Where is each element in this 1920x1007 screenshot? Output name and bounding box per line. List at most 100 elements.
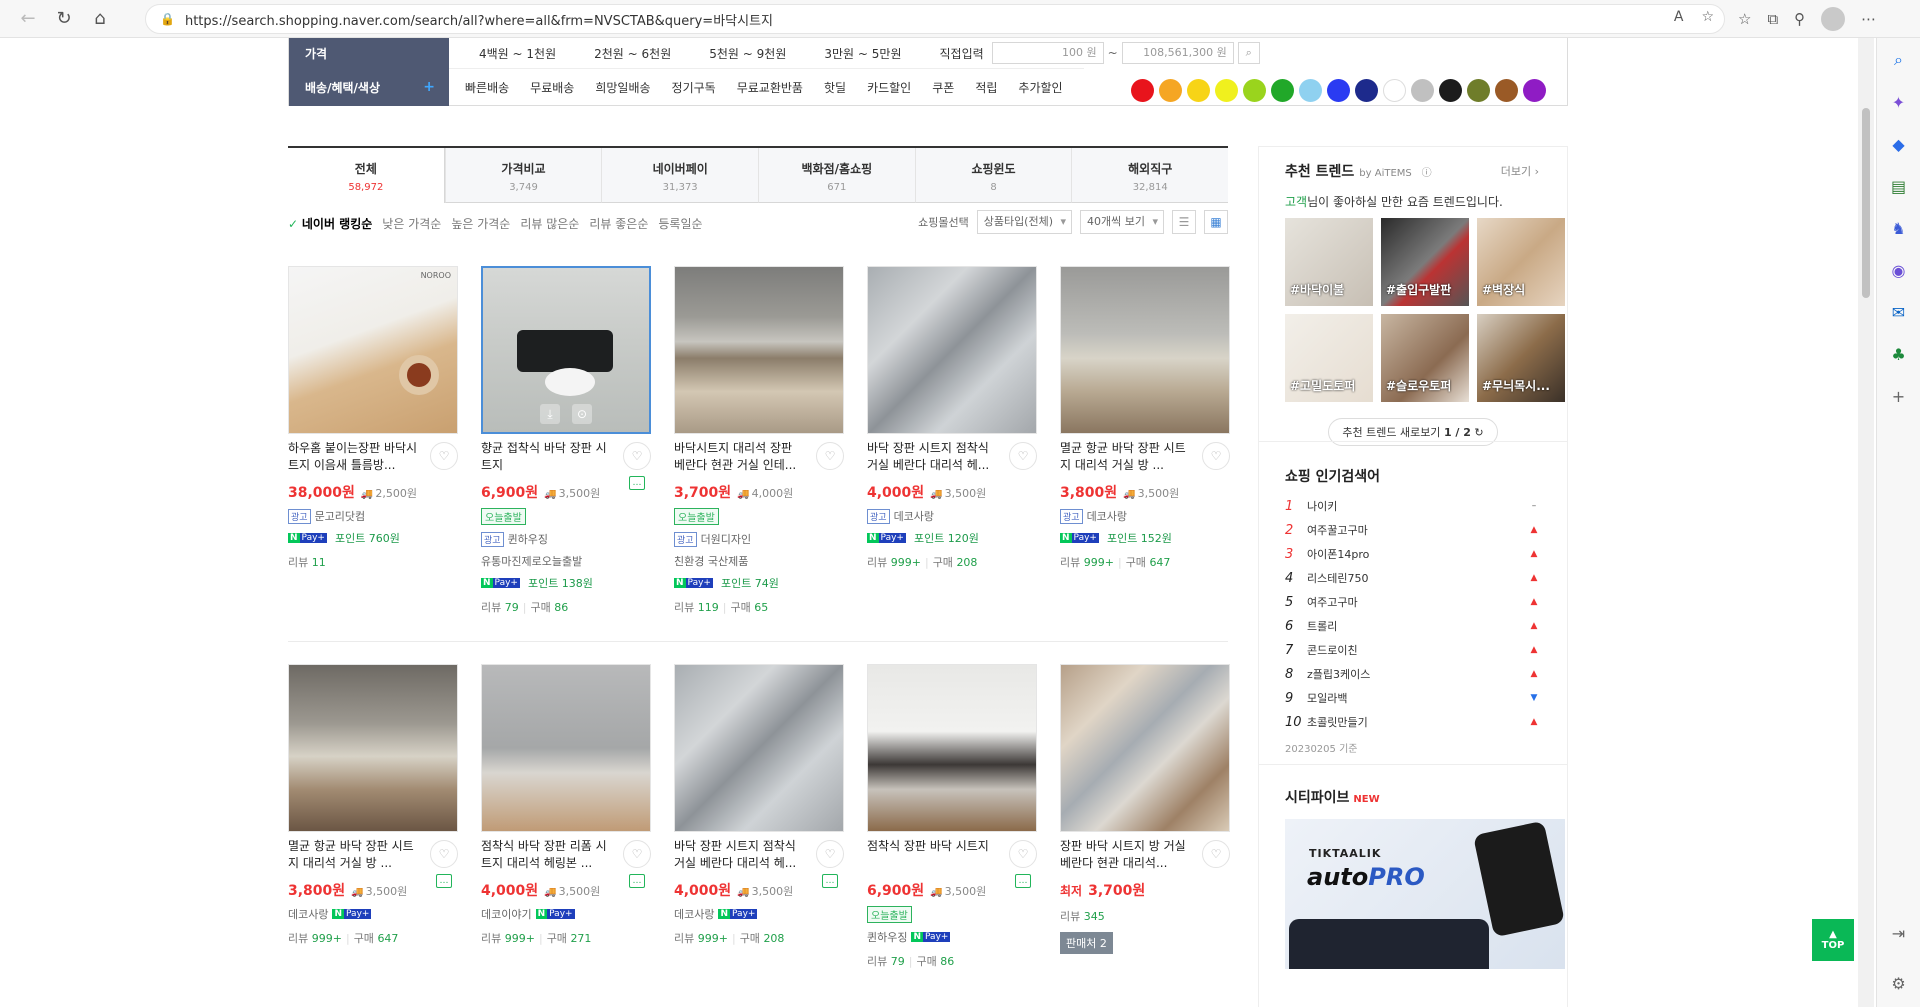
- product-title[interactable]: 하우홈 붙이는장판 바닥시트지 이음새 틀름방...: [288, 440, 420, 474]
- product-title[interactable]: 점착식 장판 바닥 시트지: [867, 838, 999, 872]
- popular-keyword-row[interactable]: 9 모일라백 ▼: [1285, 686, 1541, 710]
- heart-icon[interactable]: ♡: [1202, 442, 1230, 470]
- color-swatch[interactable]: [1243, 79, 1266, 102]
- popular-keyword-row[interactable]: 4 리스테린750 ▲: [1285, 566, 1541, 590]
- price-range-option[interactable]: 3만원 ~ 5만원: [824, 45, 901, 62]
- heart-icon[interactable]: ♡: [1009, 442, 1037, 470]
- tab-all[interactable]: 전체 58,972: [288, 148, 445, 203]
- product-card[interactable]: 바닥시트지 대리석 장판 베란다 현관 거실 인테... ♡ 3,700원 4,0…: [674, 266, 844, 615]
- color-swatch[interactable]: [1159, 79, 1182, 102]
- rank-keyword[interactable]: 초콜릿만들기: [1307, 714, 1527, 730]
- product-image[interactable]: [674, 664, 844, 832]
- product-image[interactable]: [1060, 664, 1230, 832]
- product-card[interactable]: 바닥 장판 시트지 점착식 거실 베란다 대리석 헤... ♡ 4,000원 3,…: [867, 266, 1037, 570]
- copilot-icon[interactable]: ✦: [1885, 88, 1913, 116]
- product-image[interactable]: [481, 664, 651, 832]
- seller-name[interactable]: 데코사랑: [894, 508, 934, 524]
- trend-item[interactable]: #고밀도토퍼: [1285, 314, 1373, 402]
- tab-shopping-window[interactable]: 쇼핑윈도 8: [914, 148, 1072, 203]
- sort-review-count[interactable]: 리뷰 많은순: [520, 215, 579, 232]
- color-swatch[interactable]: [1467, 79, 1490, 102]
- tab-department[interactable]: 백화점/홈쇼핑 671: [758, 148, 915, 203]
- tab-overseas[interactable]: 해외직구 32,814: [1071, 148, 1229, 203]
- collections-icon[interactable]: ⧉: [1767, 10, 1778, 28]
- popular-keyword-row[interactable]: 8 z플립3케이스 ▲: [1285, 662, 1541, 686]
- product-card[interactable]: 장판 바닥 시트지 방 거실 베란다 현관 대리석... ♡ 최저 3,700원 …: [1060, 664, 1230, 954]
- seller-name[interactable]: 데코사랑: [288, 906, 328, 922]
- add-icon[interactable]: +: [1885, 382, 1913, 410]
- heart-icon[interactable]: ♡: [1009, 840, 1037, 868]
- sort-low-price[interactable]: 낮은 가격순: [382, 215, 441, 232]
- favorites-icon[interactable]: ☆: [1738, 10, 1751, 28]
- price-min-input[interactable]: 100 원: [991, 42, 1104, 64]
- benefit-filter-label[interactable]: 배송/혜택/색상 +: [289, 68, 449, 106]
- shopping-tag-icon[interactable]: ◆: [1885, 130, 1913, 158]
- product-title[interactable]: 바닥 장판 시트지 점착식 거실 베란다 대리석 헤...: [867, 440, 999, 474]
- product-card[interactable]: 점착식 바닥 장판 리폼 시트지 대리석 헤링본 ... ♡ … 4,000원 3,…: [481, 664, 651, 946]
- talk-icon[interactable]: …: [629, 874, 645, 888]
- heart-icon[interactable]: ♡: [430, 840, 458, 868]
- product-image[interactable]: [288, 664, 458, 832]
- product-image[interactable]: [867, 266, 1037, 434]
- seller-name[interactable]: 더원디자인: [701, 531, 752, 547]
- benefit-option[interactable]: 추가할인: [1018, 79, 1062, 96]
- rank-keyword[interactable]: 여주꿀고구마: [1307, 522, 1527, 538]
- talk-icon[interactable]: …: [629, 476, 645, 490]
- product-image[interactable]: [674, 266, 844, 434]
- trend-item[interactable]: #출입구발판: [1381, 218, 1469, 306]
- color-swatch[interactable]: [1299, 79, 1322, 102]
- price-range-option[interactable]: 4백원 ~ 1천원: [479, 45, 556, 62]
- rank-keyword[interactable]: 여주고구마: [1307, 594, 1527, 610]
- color-swatch[interactable]: [1411, 79, 1434, 102]
- price-range-option[interactable]: 5천원 ~ 9천원: [709, 45, 786, 62]
- scroll-thumb[interactable]: [1862, 108, 1870, 298]
- seller-name[interactable]: 데코사랑: [674, 906, 714, 922]
- office-icon[interactable]: ◉: [1885, 256, 1913, 284]
- color-swatch[interactable]: [1383, 79, 1406, 102]
- product-title[interactable]: 바닥 장판 시트지 점착식 거실 베란다 대리석 헤...: [674, 838, 806, 872]
- popular-keyword-row[interactable]: 5 여주고구마 ▲: [1285, 590, 1541, 614]
- extensions-icon[interactable]: ⚲: [1794, 10, 1805, 28]
- url-text[interactable]: https://search.shopping.naver.com/search…: [185, 10, 773, 29]
- rank-keyword[interactable]: 트롤리: [1307, 618, 1527, 634]
- heart-icon[interactable]: ♡: [623, 442, 651, 470]
- heart-icon[interactable]: ♡: [430, 442, 458, 470]
- color-swatch[interactable]: [1215, 79, 1238, 102]
- product-card[interactable]: 멸균 항균 바닥 장판 시트지 대리석 거실 방 ... ♡ … 3,800원 3,…: [288, 664, 458, 946]
- refresh-icon[interactable]: ↻: [46, 1, 82, 37]
- trend-item[interactable]: #바닥이불: [1285, 218, 1373, 306]
- sort-review-score[interactable]: 리뷰 좋은순: [589, 215, 648, 232]
- popular-keyword-row[interactable]: 7 콘드로이친 ▲: [1285, 638, 1541, 662]
- heart-icon[interactable]: ♡: [816, 840, 844, 868]
- price-range-option[interactable]: 2천원 ~ 6천원: [594, 45, 671, 62]
- benefit-option[interactable]: 정기구독: [672, 79, 716, 96]
- more-menu-icon[interactable]: ⋯: [1861, 10, 1876, 28]
- product-image[interactable]: [867, 664, 1037, 832]
- seller-name[interactable]: 퀸하우징: [508, 531, 548, 547]
- rank-keyword[interactable]: 아이폰14pro: [1307, 546, 1527, 562]
- cityfive-banner[interactable]: TIKTAALIK autoPRO: [1285, 819, 1565, 969]
- benefit-option[interactable]: 희망일배송: [595, 79, 650, 96]
- product-title[interactable]: 점착식 바닥 장판 리폼 시트지 대리석 헤링본 ...: [481, 838, 613, 872]
- sort-registered[interactable]: 등록일순: [658, 215, 702, 232]
- page-scrollbar[interactable]: [1858, 38, 1874, 1007]
- top-button[interactable]: ▲ TOP: [1812, 919, 1854, 961]
- lens-icon[interactable]: ⊙: [572, 404, 592, 424]
- benefit-option[interactable]: 핫딜: [824, 79, 846, 96]
- benefit-option[interactable]: 쿠폰: [932, 79, 954, 96]
- seller-name[interactable]: 문고리닷컴: [315, 508, 366, 524]
- download-icon[interactable]: ⤓: [540, 404, 560, 424]
- outlook-icon[interactable]: ✉: [1885, 298, 1913, 326]
- view-count-select[interactable]: 40개씩 보기: [1080, 210, 1164, 234]
- rank-keyword[interactable]: 모일라백: [1307, 690, 1527, 706]
- popular-keyword-row[interactable]: 2 여주꿀고구마 ▲: [1285, 518, 1541, 542]
- color-swatch[interactable]: [1131, 79, 1154, 102]
- tab-naverpay[interactable]: 네이버페이 31,373: [601, 148, 759, 203]
- product-image[interactable]: NOROO: [288, 266, 458, 434]
- rank-keyword[interactable]: 리스테린750: [1307, 570, 1527, 586]
- benefit-option[interactable]: 카드할인: [867, 79, 911, 96]
- product-card[interactable]: 멸균 항균 바닥 장판 시트지 대리석 거실 방 ... ♡ 3,800원 3,5…: [1060, 266, 1230, 570]
- color-swatch[interactable]: [1355, 79, 1378, 102]
- product-title[interactable]: 바닥시트지 대리석 장판 베란다 현관 거실 인테...: [674, 440, 806, 474]
- mall-select[interactable]: 쇼핑몰선택: [918, 214, 969, 230]
